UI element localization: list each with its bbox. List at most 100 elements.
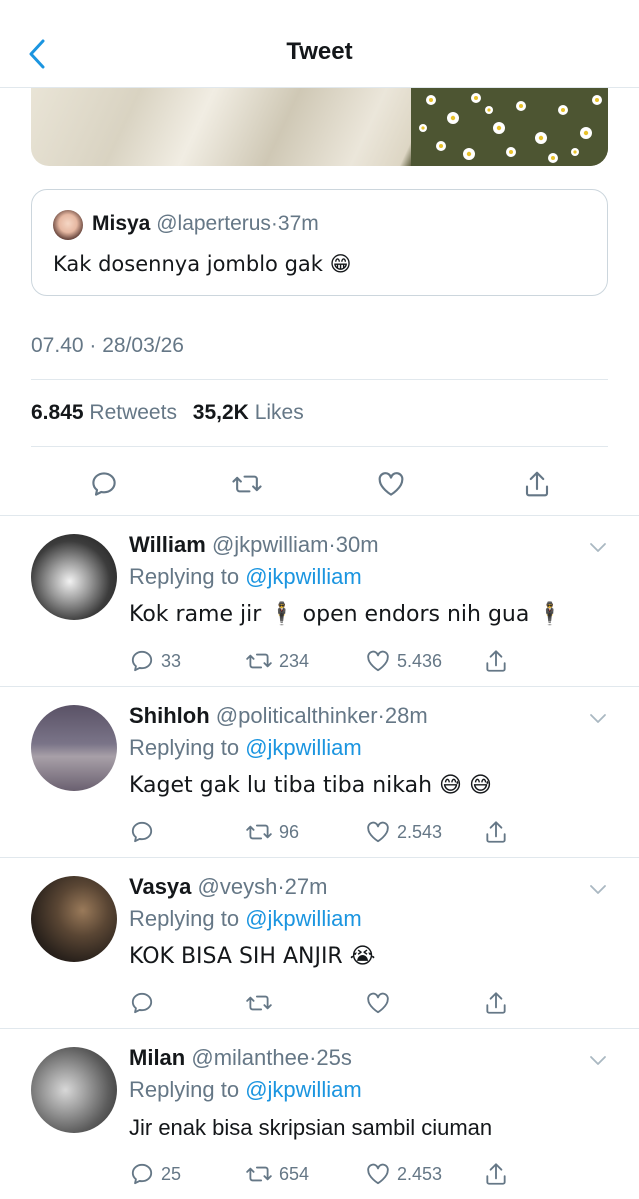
reply-text: Jir enak bisa skripsian sambil ciuman	[129, 1115, 493, 1140]
like-count: 2.453	[397, 1163, 443, 1184]
retweet-count: 96	[279, 821, 300, 842]
reply-text: KOK BISA SIH ANJIR 😭	[129, 944, 376, 969]
meta-separator: ·	[270, 212, 278, 235]
reply-icon	[131, 821, 153, 843]
reply-header: Shihloh @politicalthinker·28m	[129, 703, 428, 729]
like-icon	[367, 992, 389, 1014]
reply-icon	[92, 472, 116, 496]
avatar[interactable]	[31, 1047, 117, 1133]
like-icon	[367, 1163, 389, 1185]
retweet-count: 234	[279, 650, 310, 671]
quoted-name: Misya	[92, 212, 151, 235]
reply-text: Kaget gak lu tiba tiba nikah 😅 😅	[129, 773, 492, 798]
replying-mention[interactable]: @jkpwilliam	[245, 1077, 361, 1102]
replying-to: Replying to @jkpwilliam	[129, 906, 362, 932]
reply-header: Milan @milanthee·25s	[129, 1045, 352, 1071]
like-button[interactable]: 2.543	[365, 817, 442, 847]
share-button[interactable]	[483, 817, 509, 847]
replying-prefix: Replying to	[129, 735, 240, 760]
retweets-label: Retweets	[89, 401, 177, 424]
chevron-down-icon[interactable]	[587, 878, 609, 900]
retweet-icon	[246, 995, 272, 1011]
retweet-button[interactable]	[245, 988, 279, 1018]
quoted-header: Misya @laperterus·37m	[92, 212, 319, 236]
reply-action-bar: 33 234 5.436	[129, 646, 609, 676]
reply-tweet[interactable]: Milan @milanthee·25s Replying to @jkpwil…	[0, 1029, 639, 1199]
reply-count: 33	[161, 650, 182, 671]
reply-handle: @milanthee	[191, 1045, 310, 1070]
reply-button[interactable]: 25	[129, 1159, 181, 1189]
share-button[interactable]	[483, 1159, 509, 1189]
engagement-counts: 6.845 Retweets 35,2K Likes	[31, 401, 314, 425]
chevron-down-icon[interactable]	[587, 1049, 609, 1071]
tweet-actions	[0, 460, 639, 506]
reply-button[interactable]	[129, 988, 161, 1018]
avatar[interactable]	[31, 705, 117, 791]
reply-handle: @jkpwilliam	[211, 532, 329, 557]
like-button[interactable]	[371, 464, 411, 504]
chevron-down-icon[interactable]	[587, 536, 609, 558]
reply-name: Milan	[129, 1045, 186, 1070]
meta-separator: ·	[377, 703, 385, 728]
like-button[interactable]: 2.453	[365, 1159, 442, 1189]
reply-action-bar	[129, 988, 609, 1018]
reply-button[interactable]	[129, 817, 161, 847]
retweet-button[interactable]: 96	[245, 817, 299, 847]
share-button[interactable]	[483, 646, 509, 676]
reply-count: 25	[161, 1163, 182, 1184]
reply-button[interactable]: 33	[129, 646, 181, 676]
replying-prefix: Replying to	[129, 564, 240, 589]
share-button[interactable]	[517, 464, 557, 504]
divider	[31, 446, 608, 447]
retweet-button[interactable]: 654	[245, 1159, 309, 1189]
reply-header: Vasya @veysh·27m	[129, 874, 327, 900]
replying-to: Replying to @jkpwilliam	[129, 735, 362, 761]
likes-label: Likes	[254, 401, 304, 424]
reply-time: 30m	[335, 532, 379, 557]
reply-action-bar: 25 654 2.453	[129, 1159, 609, 1189]
flowers-image	[411, 88, 608, 166]
quoted-tweet[interactable]: Misya @laperterus·37m Kak dosennya jombl…	[31, 189, 608, 296]
chevron-down-icon[interactable]	[587, 707, 609, 729]
meta-separator: ·	[328, 532, 336, 557]
like-icon	[378, 472, 404, 496]
share-button[interactable]	[483, 988, 509, 1018]
reply-handle: @veysh	[197, 874, 278, 899]
replying-mention[interactable]: @jkpwilliam	[245, 564, 361, 589]
retweet-icon	[246, 1166, 272, 1182]
reply-handle: @politicalthinker	[215, 703, 378, 728]
retweet-button[interactable]	[227, 464, 267, 504]
replying-mention[interactable]: @jkpwilliam	[245, 735, 361, 760]
replying-prefix: Replying to	[129, 906, 240, 931]
likes-link[interactable]: 35,2K Likes	[193, 401, 314, 424]
quoted-text: Kak dosennya jomblo gak 😁	[53, 252, 352, 276]
replying-mention[interactable]: @jkpwilliam	[245, 906, 361, 931]
quoted-handle: @laperterus	[156, 212, 271, 235]
quoted-time: 37m	[277, 212, 319, 235]
retweet-icon	[232, 475, 262, 493]
retweets-link[interactable]: 6.845 Retweets	[31, 401, 193, 424]
like-count: 2.543	[397, 821, 443, 842]
replying-prefix: Replying to	[129, 1077, 240, 1102]
divider	[31, 379, 608, 380]
tweet-media-image[interactable]	[31, 88, 608, 166]
like-count: 5.436	[397, 650, 443, 671]
replying-to: Replying to @jkpwilliam	[129, 564, 362, 590]
reply-tweet[interactable]: Shihloh @politicalthinker·28m Replying t…	[0, 687, 639, 858]
reply-button[interactable]	[84, 464, 124, 504]
reply-name: Vasya	[129, 874, 192, 899]
retweet-button[interactable]: 234	[245, 646, 309, 676]
reply-name: Shihloh	[129, 703, 210, 728]
like-button[interactable]: 5.436	[365, 646, 442, 676]
avatar[interactable]	[31, 534, 117, 620]
avatar[interactable]	[31, 876, 117, 962]
like-button[interactable]	[365, 988, 397, 1018]
reply-action-bar: 96 2.543	[129, 817, 609, 847]
retweet-icon	[246, 653, 272, 669]
reply-tweet[interactable]: Vasya @veysh·27m Replying to @jkpwilliam…	[0, 858, 639, 1029]
reply-tweet[interactable]: William @jkpwilliam·30m Replying to @jkp…	[0, 516, 639, 687]
retweets-count: 6.845	[31, 401, 84, 424]
reply-header: William @jkpwilliam·30m	[129, 532, 379, 558]
share-icon	[486, 821, 506, 843]
likes-count: 35,2K	[192, 401, 249, 424]
